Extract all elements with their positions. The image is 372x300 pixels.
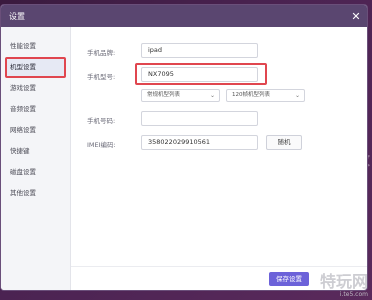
chevron-down-icon: ⌄ <box>209 92 215 99</box>
sidebar-item-disk[interactable]: 磁盘设置 <box>1 162 70 183</box>
brand-input[interactable]: ipad <box>141 43 258 58</box>
sidebar-item-device-model[interactable]: 机型设置 <box>5 57 66 78</box>
sidebar-item-audio[interactable]: 音频设置 <box>1 99 70 120</box>
imei-input[interactable]: 358022029910561 <box>141 135 258 150</box>
model-list-select[interactable]: 常规机型列表 ⌄ <box>141 89 220 102</box>
sidebar-item-game[interactable]: 游戏设置 <box>1 78 70 99</box>
phone-number-label: 手机号码: <box>87 117 116 125</box>
brand-label: 手机品牌: <box>87 49 116 57</box>
settings-content: 手机品牌: ipad 手机型号: NX7095 常规机型列表 ⌄ 120帧机型列… <box>71 27 367 290</box>
model-input[interactable]: NX7095 <box>141 67 258 82</box>
close-button[interactable]: ✕ <box>345 5 367 27</box>
phone-number-input[interactable] <box>141 111 258 126</box>
model-list-select-value: 常规机型列表 <box>147 92 181 98</box>
fps-model-list-select[interactable]: 120帧机型列表 ⌄ <box>226 89 305 102</box>
watermark-main: 特玩网 <box>319 272 368 291</box>
settings-sidebar: 性能设置 机型设置 游戏设置 音频设置 网络设置 快捷键 磁盘设置 其他设置 <box>1 27 71 290</box>
close-icon: ✕ <box>351 9 361 23</box>
sidebar-item-shortcuts[interactable]: 快捷键 <box>1 141 70 162</box>
sidebar-item-performance[interactable]: 性能设置 <box>1 36 70 57</box>
watermark-sub: i.te5.com <box>339 291 368 298</box>
dialog-titlebar: 设置 ✕ <box>1 5 367 27</box>
settings-dialog: 设置 ✕ 性能设置 机型设置 游戏设置 音频设置 网络设置 快捷键 磁盘设置 其… <box>0 4 368 291</box>
random-button[interactable]: 随机 <box>266 135 302 150</box>
imei-label: IMEI编码: <box>87 141 116 149</box>
dialog-title: 设置 <box>9 11 25 21</box>
sidebar-item-other[interactable]: 其他设置 <box>1 183 70 204</box>
site-watermark: 特玩网 i.te5.com <box>319 272 368 299</box>
sidebar-item-network[interactable]: 网络设置 <box>1 120 70 141</box>
chevron-down-icon: ⌄ <box>294 92 300 99</box>
model-label: 手机型号: <box>87 73 116 81</box>
save-settings-button[interactable]: 保存设置 <box>269 272 309 286</box>
fps-model-list-select-value: 120帧机型列表 <box>232 92 270 98</box>
